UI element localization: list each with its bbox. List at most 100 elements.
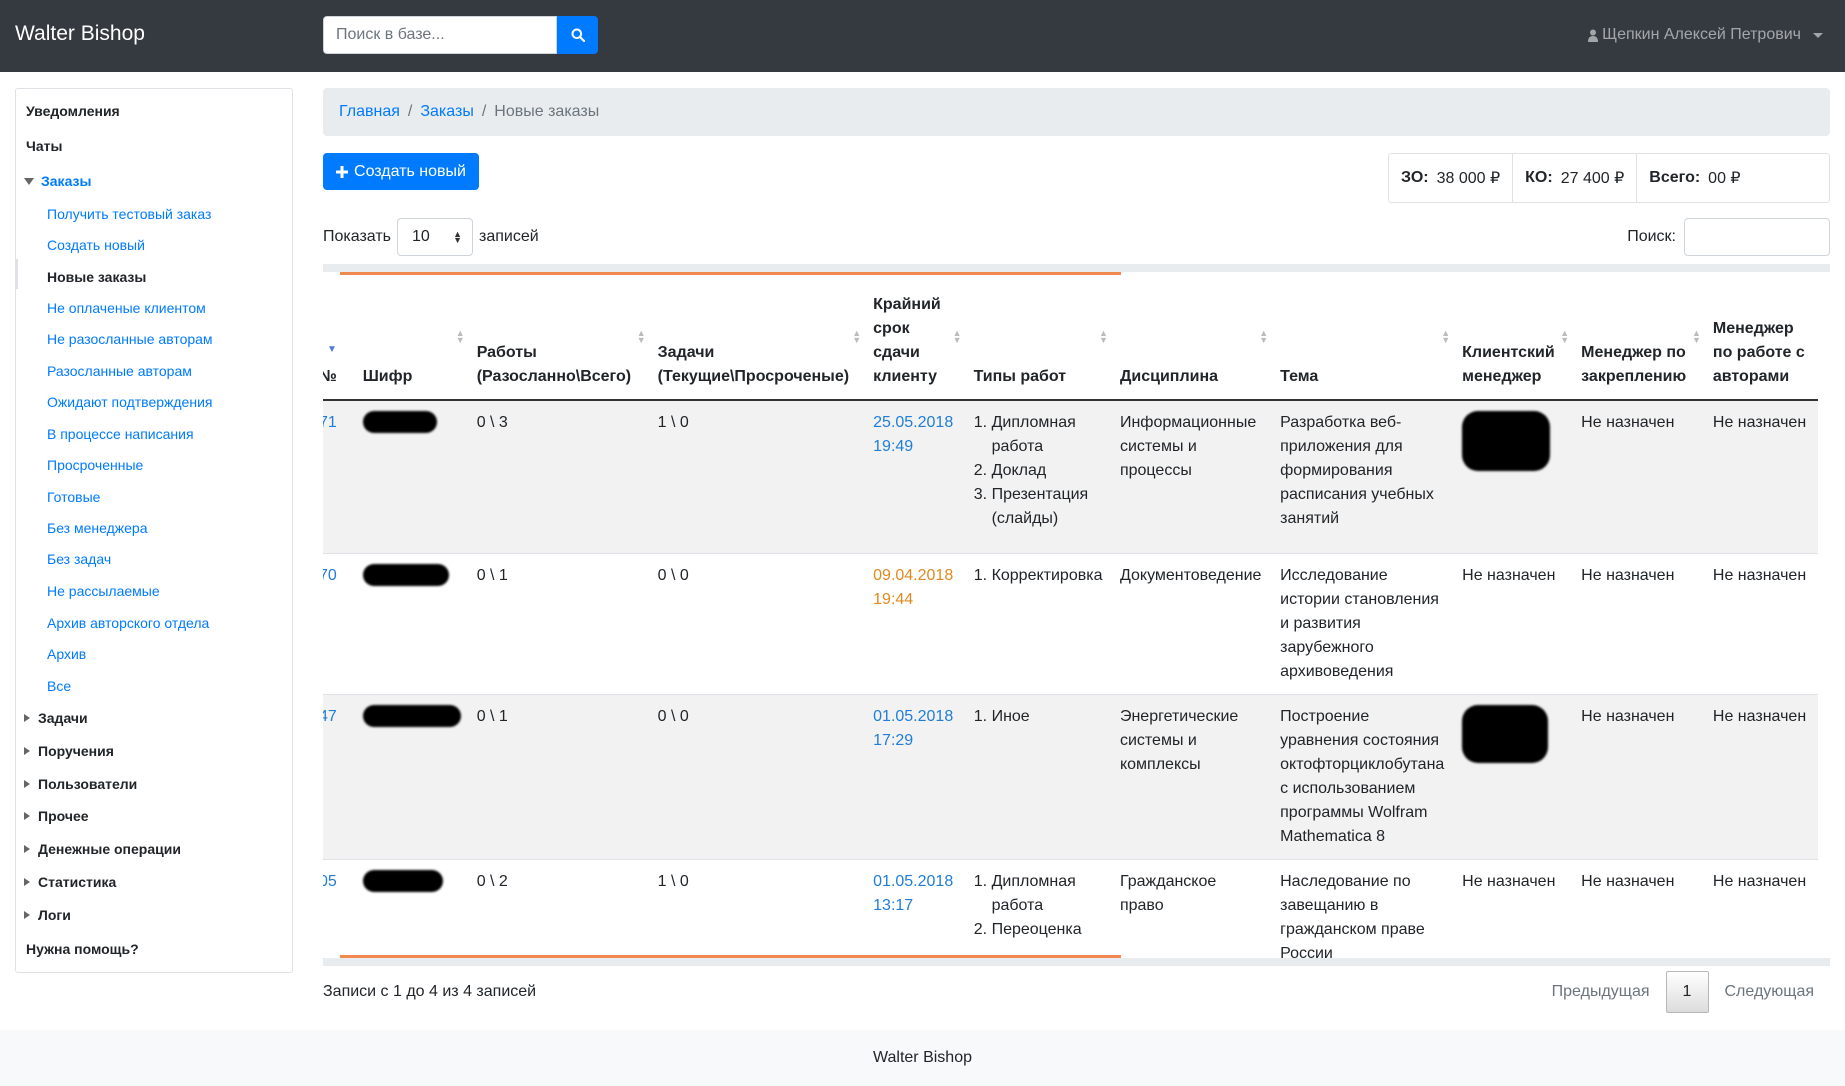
cell-num[interactable]: 70 [323,552,355,694]
sort-icon: ▲ ▼ [636,328,646,345]
top-navbar: Walter Bishop Щепкин Алексей Петрович [0,0,1845,72]
sidebar-sub-archive[interactable]: Архив [47,646,86,662]
sidebar-sub-not-mailed[interactable]: Не рассылаемые [47,583,160,599]
cell-deadline[interactable]: 09.04.2018 19:44 [865,552,966,694]
col-header-fixed-manager[interactable]: Менеджер по закреплению ▲ ▼ [1573,272,1705,401]
sidebar-item-assignments[interactable]: Поручения [24,743,114,759]
sidebar-item-money[interactable]: Денежные операции [24,841,181,857]
breadcrumb-separator: / [407,103,413,120]
brand-logo[interactable]: Walter Bishop [15,22,145,46]
cell-num[interactable]: 05 [323,858,355,958]
total-ko-value: 27 400 ₽ [1560,170,1625,187]
search-icon [571,28,585,42]
create-new-button[interactable]: Создать новый [323,153,479,190]
col-header-client-manager[interactable]: Клиентский менеджер ▲ ▼ [1454,272,1574,401]
cell-num[interactable]: 47 [323,693,355,859]
table-row[interactable]: 70 0 \ 1 0 \ 0 09.04.201819:44 Корректир… [323,552,1818,694]
totals-panel: ЗО: 38 000 ₽ КО: 27 400 ₽ Всего: 00 ₽ [1388,153,1830,203]
table-info: Записи с 1 до 4 из 4 записей [323,983,537,1000]
sort-icon: ▲ ▼ [1691,328,1701,345]
pagination-page-1[interactable]: 1 [1665,971,1709,1013]
table-row[interactable]: 47 0 \ 1 0 \ 0 01.05.201817:29 Иное Энер… [323,693,1818,859]
sidebar-sub-unpaid[interactable]: Не оплаченые клиентом [47,300,206,316]
cell-deadline[interactable]: 25.05.2018 19:49 [865,399,966,553]
cell-client-manager [1454,399,1574,553]
sort-icon: ▲ ▼ [1259,328,1269,345]
sidebar-sub-awaiting-confirmation[interactable]: Ожидают подтверждения [47,394,212,410]
footer-text: Walter Bishop [873,1049,972,1066]
sidebar-item-chats[interactable]: Чаты [26,138,62,154]
sidebar-sub-in-progress[interactable]: В процессе написания [47,426,194,442]
cell-cipher [354,858,469,958]
sidebar-sub-get-test-order[interactable]: Получить тестовый заказ [47,206,211,222]
cell-author-manager: Не назначен [1704,693,1818,859]
table-row[interactable]: 05 0 \ 2 1 \ 0 01.05.201813:17 Дипломная… [323,858,1818,958]
table-row[interactable]: 71 0 \ 3 1 \ 0 25.05.201819:49 Дипломная… [323,399,1818,553]
redacted-mark [362,411,437,433]
sidebar-item-notifications[interactable]: Уведомления [26,103,120,119]
sidebar-item-label: Логи [38,907,71,923]
global-search-button[interactable] [557,16,598,54]
cell-discipline: Документоведение [1111,552,1273,694]
col-header-works[interactable]: Работы (Разосланно\Всего) ▲ ▼ [468,272,650,401]
col-header-cipher[interactable]: Шифр ▲ ▼ [354,272,469,401]
sidebar-sub-ready[interactable]: Готовые [47,489,100,505]
sidebar-item-logs[interactable]: Логи [24,907,71,923]
redacted-mark [1462,411,1551,471]
col-header-topic[interactable]: Тема ▲ ▼ [1272,272,1455,401]
sidebar-sub-not-sent[interactable]: Не разосланные авторам [47,331,213,347]
sidebar-item-statistics[interactable]: Статистика [24,874,116,890]
type-item: Доклад [992,459,1104,483]
user-menu[interactable]: Щепкин Алексей Петрович [1588,26,1823,44]
sidebar-item-tasks[interactable]: Задачи [24,710,88,726]
table-filter: Поиск: [1627,218,1830,256]
sidebar-item-label: Задачи [38,710,88,726]
sidebar-item-orders[interactable]: Заказы [24,173,91,189]
cell-num[interactable]: 71 [323,399,355,553]
sidebar-sub-create-new[interactable]: Создать новый [47,237,145,253]
sidebar-sub-overdue[interactable]: Просроченные [47,457,143,473]
collapsed-triangle-icon [24,845,30,853]
redacted-mark [362,704,461,727]
col-header-num[interactable]: ▼№ [323,272,355,401]
cell-deadline[interactable]: 01.05.2018 17:29 [865,693,966,859]
global-search-input[interactable] [323,16,557,54]
cell-deadline[interactable]: 01.05.2018 13:17 [865,858,966,958]
cell-client-manager: Не назначен [1454,858,1574,958]
breadcrumb-orders[interactable]: Заказы [420,103,473,121]
col-header-deadline[interactable]: Крайний срок сдачи клиенту ▲ ▼ [865,272,966,401]
total-zo: ЗО: 38 000 ₽ [1389,154,1514,202]
breadcrumb-home[interactable]: Главная [339,103,400,121]
cell-topic: Исследование истории становления и разви… [1272,552,1455,694]
collapsed-triangle-icon [24,780,30,788]
sidebar-sub-no-manager[interactable]: Без менеджера [47,520,148,536]
sidebar-item-help[interactable]: Нужна помощь? [26,941,139,957]
cell-author-manager: Не назначен [1704,858,1818,958]
col-header-types[interactable]: Типы работ ▲ ▼ [965,272,1112,401]
sidebar-item-label: Денежные операции [38,841,181,857]
orders-table-container[interactable]: ▼№ Шифр▲▼ Работы (Разосланно\Всего)▲▼ За… [323,264,1830,966]
sidebar-sub-author-archive[interactable]: Архив авторского отдела [47,615,209,631]
sidebar-item-users[interactable]: Пользователи [24,776,137,792]
breadcrumb-separator: / [481,103,487,120]
page-length-select[interactable]: 10 ▲ ▼ [397,218,474,256]
sidebar-item-label: Пользователи [38,776,138,792]
sidebar-sub-no-tasks[interactable]: Без задач [47,551,111,567]
sidebar-item-other[interactable]: Прочее [24,808,89,824]
chevron-down-icon [1813,32,1823,38]
redacted-mark [362,869,443,892]
bottom-scroll-indicator[interactable] [340,955,1121,958]
col-header-discipline[interactable]: Дисциплина ▲ ▼ [1111,272,1273,401]
sidebar-item-label: Заказы [41,173,92,189]
col-header-tasks[interactable]: Задачи (Текущие\Просроченые) ▲ ▼ [649,272,866,401]
table-filter-input[interactable] [1684,218,1830,256]
footer: Walter Bishop [0,1030,1845,1086]
sidebar-sub-all[interactable]: Все [47,678,71,694]
cell-author-manager: Не назначен [1704,552,1818,694]
col-header-author-manager[interactable]: Менеджер по работе с авторами [1704,272,1818,401]
orders-table: ▼№ Шифр▲▼ Работы (Разосланно\Всего)▲▼ За… [323,272,1818,958]
pagination-previous[interactable]: Предыдущая [1536,983,1666,1001]
pagination-next[interactable]: Следующая [1709,983,1831,1001]
sidebar-sub-sent[interactable]: Разосланные авторам [47,363,192,379]
sidebar-sub-new-orders[interactable]: Новые заказы [47,269,146,285]
